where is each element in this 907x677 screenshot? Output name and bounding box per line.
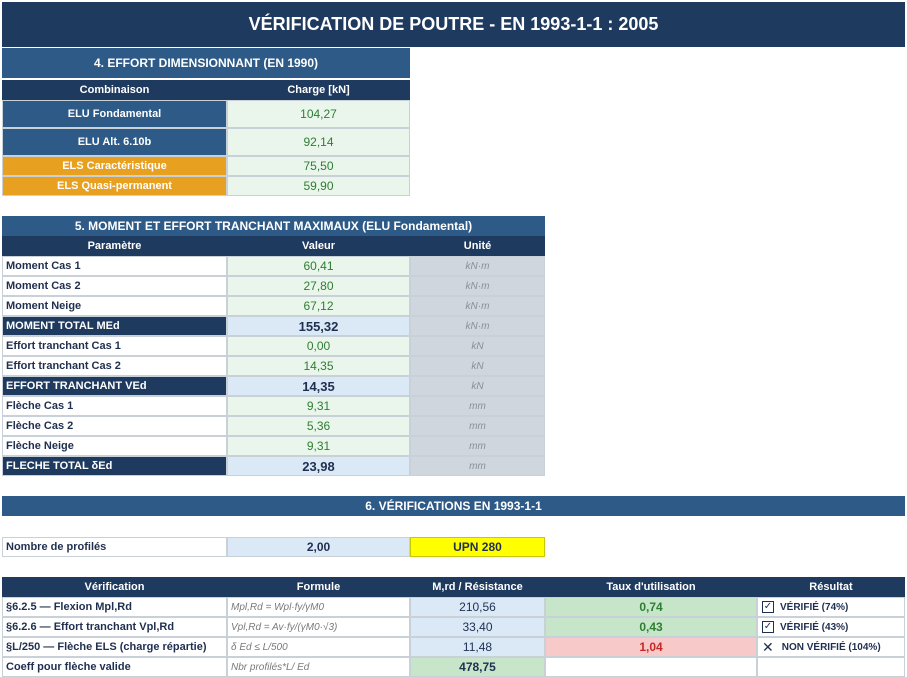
col-verif-header: Vérification: [2, 577, 227, 597]
col-resultat-header: Résultat: [757, 577, 905, 597]
param-value[interactable]: 14,35: [227, 376, 410, 396]
verif-taux[interactable]: 1,04: [545, 637, 757, 657]
coeff-value[interactable]: 478,75: [410, 657, 545, 677]
param-value[interactable]: 14,35: [227, 356, 410, 376]
param-unit: kN: [410, 336, 545, 356]
verif-taux[interactable]: 0,74: [545, 597, 757, 617]
param-unit: kN·m: [410, 276, 545, 296]
combinaison-label: ELU Fondamental: [2, 100, 227, 128]
param-unit: kN·m: [410, 296, 545, 316]
verif-label: §6.2.6 — Effort tranchant Vpl,Rd: [2, 617, 227, 637]
verif-taux[interactable]: 0,43: [545, 617, 757, 637]
verif-label: §L/250 — Flèche ELS (charge répartie): [2, 637, 227, 657]
param-unit: kN·m: [410, 316, 545, 336]
charge-value[interactable]: 75,50: [227, 156, 410, 176]
verif-formula: Vpl,Rd = Av·fy/(γM0·√3): [227, 617, 410, 637]
charge-value[interactable]: 59,90: [227, 176, 410, 196]
param-unit: kN: [410, 376, 545, 396]
param-label: EFFORT TRANCHANT VEd: [2, 376, 227, 396]
verif-label: §6.2.5 — Flexion Mpl,Rd: [2, 597, 227, 617]
param-label: Flèche Neige: [2, 436, 227, 456]
page-title: VÉRIFICATION DE POUTRE - EN 1993-1-1 : 2…: [2, 2, 905, 47]
col-mrd-header: M,rd / Résistance: [410, 577, 545, 597]
coeff-empty-cell[interactable]: [545, 657, 757, 677]
param-label: Moment Cas 2: [2, 276, 227, 296]
param-label: Moment Cas 1: [2, 256, 227, 276]
checkbox-checked-icon: ✓: [762, 621, 774, 633]
col-valeur-header: Valeur: [227, 236, 410, 256]
combinaison-label: ELS Caractéristique: [2, 156, 227, 176]
param-value[interactable]: 27,80: [227, 276, 410, 296]
charge-value[interactable]: 92,14: [227, 128, 410, 156]
coeff-empty-cell[interactable]: [757, 657, 905, 677]
param-value[interactable]: 23,98: [227, 456, 410, 476]
col-combinaison-header: Combinaison: [2, 80, 227, 100]
coeff-formula: Nbr profilés*L/ Ed: [227, 657, 410, 677]
param-unit: mm: [410, 456, 545, 476]
charge-value[interactable]: 104,27: [227, 100, 410, 128]
param-value[interactable]: 9,31: [227, 436, 410, 456]
verif-formula: Mpl,Rd = Wpl·fy/γM0: [227, 597, 410, 617]
param-unit: kN: [410, 356, 545, 376]
param-unit: mm: [410, 396, 545, 416]
param-label: Effort tranchant Cas 2: [2, 356, 227, 376]
param-value[interactable]: 0,00: [227, 336, 410, 356]
verif-result: ✓ VÉRIFIÉ (74%): [757, 597, 905, 617]
param-label: Flèche Cas 1: [2, 396, 227, 416]
cross-icon: ✕: [762, 639, 774, 655]
param-value[interactable]: 60,41: [227, 256, 410, 276]
param-label: FLECHE TOTAL δEd: [2, 456, 227, 476]
col-taux-header: Taux d'utilisation: [545, 577, 757, 597]
col-charge-header: Charge [kN]: [227, 80, 410, 100]
col-unite-header: Unité: [410, 236, 545, 256]
section6-title: 6. VÉRIFICATIONS EN 1993-1-1: [2, 496, 905, 516]
section4-title: 4. EFFORT DIMENSIONNANT (EN 1990): [2, 48, 410, 78]
param-value[interactable]: 9,31: [227, 396, 410, 416]
param-label: Flèche Cas 2: [2, 416, 227, 436]
verif-result: ✕ NON VÉRIFIÉ (104%): [757, 637, 905, 657]
param-unit: kN·m: [410, 256, 545, 276]
verif-result-text: VÉRIFIÉ (74%): [780, 601, 849, 613]
profile-select[interactable]: UPN 280: [410, 537, 545, 557]
verif-mrd[interactable]: 11,48: [410, 637, 545, 657]
section5-title: 5. MOMENT ET EFFORT TRANCHANT MAXIMAUX (…: [2, 216, 545, 236]
param-unit: mm: [410, 436, 545, 456]
param-value[interactable]: 155,32: [227, 316, 410, 336]
verif-formula: δ Ed ≤ L/500: [227, 637, 410, 657]
combinaison-label: ELU Alt. 6.10b: [2, 128, 227, 156]
param-value[interactable]: 5,36: [227, 416, 410, 436]
param-unit: mm: [410, 416, 545, 436]
verif-result: ✓ VÉRIFIÉ (43%): [757, 617, 905, 637]
coeff-label: Coeff pour flèche valide: [2, 657, 227, 677]
verif-mrd[interactable]: 33,40: [410, 617, 545, 637]
col-formule-header: Formule: [227, 577, 410, 597]
verif-mrd[interactable]: 210,56: [410, 597, 545, 617]
param-label: Moment Neige: [2, 296, 227, 316]
nb-profiles-label: Nombre de profilés: [2, 537, 227, 557]
nb-profiles-input[interactable]: 2,00: [227, 537, 410, 557]
param-label: MOMENT TOTAL MEd: [2, 316, 227, 336]
verif-result-text: VÉRIFIÉ (43%): [780, 621, 849, 633]
col-param-header: Paramètre: [2, 236, 227, 256]
param-label: Effort tranchant Cas 1: [2, 336, 227, 356]
param-value[interactable]: 67,12: [227, 296, 410, 316]
combinaison-label: ELS Quasi-permanent: [2, 176, 227, 196]
verif-result-text: NON VÉRIFIÉ (104%): [781, 641, 881, 653]
checkbox-checked-icon: ✓: [762, 601, 774, 613]
